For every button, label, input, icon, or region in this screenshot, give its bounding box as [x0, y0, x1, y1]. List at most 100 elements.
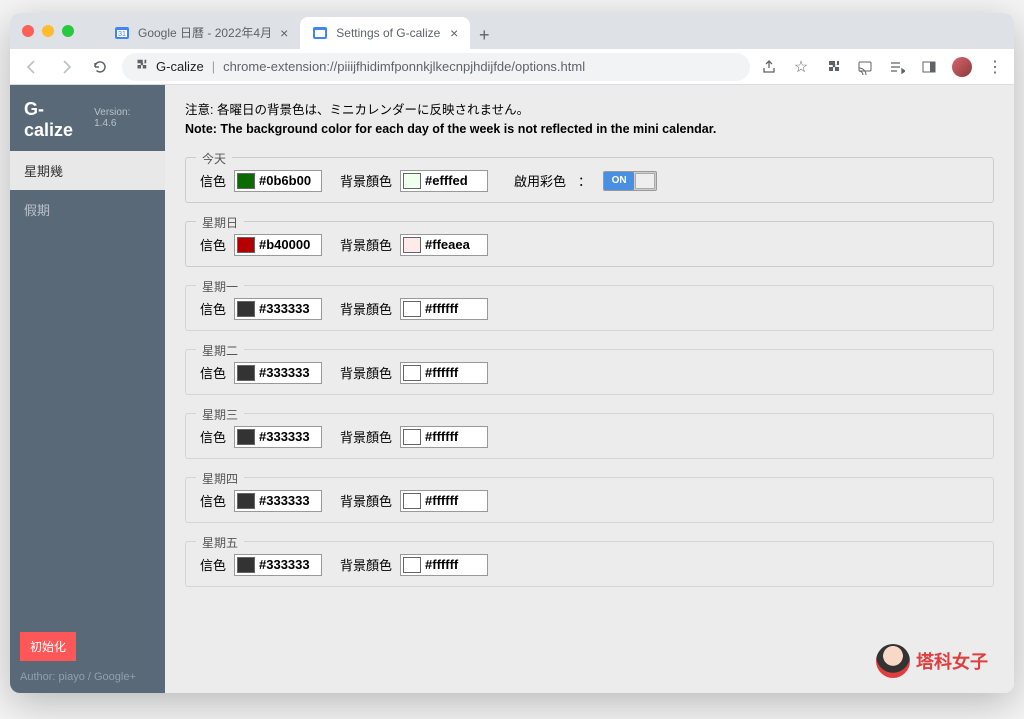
text-color-label: 信色: [200, 491, 226, 510]
maximize-window-button[interactable]: [62, 25, 74, 37]
bg-color-picker[interactable]: #ffffff: [400, 298, 488, 320]
text-color-label: 信色: [200, 427, 226, 446]
star-icon[interactable]: ☆: [792, 58, 810, 76]
page-content: G-calize Version: 1.4.6 星期幾 假期 初始化 Autho…: [10, 85, 1014, 693]
day-group: 星期五信色#333333背景顏色#ffffff: [185, 541, 994, 587]
color-swatch: [403, 557, 421, 573]
title-bar: 31 Google 日曆 - 2022年4月 × Settings of G-c…: [10, 13, 1014, 49]
color-hex-value: #333333: [259, 301, 315, 316]
initialize-button[interactable]: 初始化: [20, 632, 76, 661]
svg-text:31: 31: [118, 31, 126, 38]
google-plus-link[interactable]: Google+: [94, 671, 136, 683]
color-hex-value: #333333: [259, 493, 315, 508]
day-row: 信色 #333333 背景顏色 #ffffff: [200, 490, 979, 512]
close-window-button[interactable]: [22, 25, 34, 37]
browser-toolbar: G-calize | chrome-extension://piiijfhidi…: [10, 49, 1014, 85]
color-hex-value: #333333: [259, 557, 315, 572]
extensions-icon[interactable]: [824, 58, 842, 76]
app-version: Version: 1.4.6: [94, 107, 151, 129]
day-row: 信色 #333333 背景顏色 #ffffff: [200, 362, 979, 384]
enable-color-label: 啟用彩色: [514, 171, 566, 190]
close-tab-icon[interactable]: ×: [450, 25, 458, 41]
color-swatch: [403, 237, 421, 253]
color-hex-value: #efffed: [425, 173, 481, 188]
close-tab-icon[interactable]: ×: [280, 25, 288, 41]
text-color-label: 信色: [200, 171, 226, 190]
sidebar-header: G-calize Version: 1.4.6: [10, 85, 165, 151]
enable-color-toggle[interactable]: ON: [603, 171, 657, 191]
address-bar[interactable]: G-calize | chrome-extension://piiijfhidi…: [122, 53, 750, 81]
sidebar-item-holidays[interactable]: 假期: [10, 190, 165, 229]
text-color-picker[interactable]: #333333: [234, 362, 322, 384]
calendar-icon: 31: [114, 25, 130, 41]
text-color-picker[interactable]: #333333: [234, 554, 322, 576]
sidebar: G-calize Version: 1.4.6 星期幾 假期 初始化 Autho…: [10, 85, 165, 693]
color-hex-value: #ffffff: [425, 429, 481, 444]
bg-color-picker[interactable]: #ffeaea: [400, 234, 488, 256]
forward-button[interactable]: [54, 55, 78, 79]
color-swatch: [403, 301, 421, 317]
bg-color-label: 背景顏色: [340, 299, 392, 318]
color-hex-value: #333333: [259, 365, 315, 380]
day-group: 星期三信色#333333背景顏色#ffffff: [185, 413, 994, 459]
tab-google-calendar[interactable]: 31 Google 日曆 - 2022年4月 ×: [102, 16, 300, 49]
sidebar-item-weekdays[interactable]: 星期幾: [10, 151, 165, 190]
browser-window: 31 Google 日曆 - 2022年4月 × Settings of G-c…: [10, 13, 1014, 693]
menu-icon[interactable]: ⋮: [986, 58, 1004, 76]
sidebar-nav: 星期幾 假期: [10, 151, 165, 229]
reload-button[interactable]: [88, 55, 112, 79]
bg-color-picker[interactable]: #ffffff: [400, 362, 488, 384]
minimize-window-button[interactable]: [42, 25, 54, 37]
text-color-picker[interactable]: #333333: [234, 490, 322, 512]
bg-color-picker[interactable]: #ffffff: [400, 426, 488, 448]
day-row: 信色 #333333 背景顏色 #ffffff: [200, 554, 979, 576]
color-swatch: [237, 493, 255, 509]
puzzle-icon: [134, 58, 148, 75]
window-controls: [22, 25, 74, 37]
app-title: G-calize: [24, 99, 88, 141]
playlist-icon[interactable]: [888, 58, 906, 76]
share-icon[interactable]: [760, 58, 778, 76]
bg-color-label: 背景顏色: [340, 555, 392, 574]
color-swatch: [237, 237, 255, 253]
tab-gcalize-settings[interactable]: Settings of G-calize ×: [300, 17, 470, 49]
text-color-label: 信色: [200, 235, 226, 254]
tab-title: Google 日曆 - 2022年4月: [138, 24, 272, 41]
watermark: 塔科女子: [876, 644, 988, 678]
day-group: 星期一信色#333333背景顏色#ffffff: [185, 285, 994, 331]
tab-title: Settings of G-calize: [336, 26, 442, 40]
note-japanese: 注意: 各曜日の背景色は、ミニカレンダーに反映されません。: [185, 101, 994, 120]
day-group: 今天信色#0b6b00背景顏色#efffed啟用彩色：ON: [185, 157, 994, 203]
profile-avatar[interactable]: [952, 57, 972, 77]
text-color-picker[interactable]: #333333: [234, 298, 322, 320]
note-english: Note: The background color for each day …: [185, 120, 994, 139]
sidebar-footer: 初始化 Author: piayo / Google+: [10, 622, 165, 693]
bg-color-label: 背景顏色: [340, 363, 392, 382]
text-color-picker[interactable]: #333333: [234, 426, 322, 448]
bg-color-picker[interactable]: #ffffff: [400, 490, 488, 512]
new-tab-button[interactable]: +: [470, 21, 498, 49]
color-hex-value: #ffffff: [425, 557, 481, 572]
text-color-label: 信色: [200, 555, 226, 574]
text-color-picker[interactable]: #0b6b00: [234, 170, 322, 192]
color-swatch: [403, 365, 421, 381]
bg-color-picker[interactable]: #efffed: [400, 170, 488, 192]
color-swatch: [237, 557, 255, 573]
sidepanel-icon[interactable]: [920, 58, 938, 76]
bg-color-label: 背景顏色: [340, 491, 392, 510]
cast-icon[interactable]: [856, 58, 874, 76]
watermark-avatar-icon: [876, 644, 910, 678]
day-group: 星期日信色#b40000背景顏色#ffeaea: [185, 221, 994, 267]
text-color-label: 信色: [200, 363, 226, 382]
back-button[interactable]: [20, 55, 44, 79]
text-color-picker[interactable]: #b40000: [234, 234, 322, 256]
tab-strip: 31 Google 日曆 - 2022年4月 × Settings of G-c…: [102, 13, 498, 49]
day-legend: 星期四: [196, 470, 244, 487]
watermark-text: 塔科女子: [916, 648, 988, 674]
day-legend: 星期三: [196, 406, 244, 423]
color-swatch: [237, 429, 255, 445]
bg-color-picker[interactable]: #ffffff: [400, 554, 488, 576]
day-legend: 星期二: [196, 342, 244, 359]
address-url: chrome-extension://piiijfhidimfponnkjlke…: [223, 59, 585, 74]
colon: ：: [578, 171, 591, 190]
